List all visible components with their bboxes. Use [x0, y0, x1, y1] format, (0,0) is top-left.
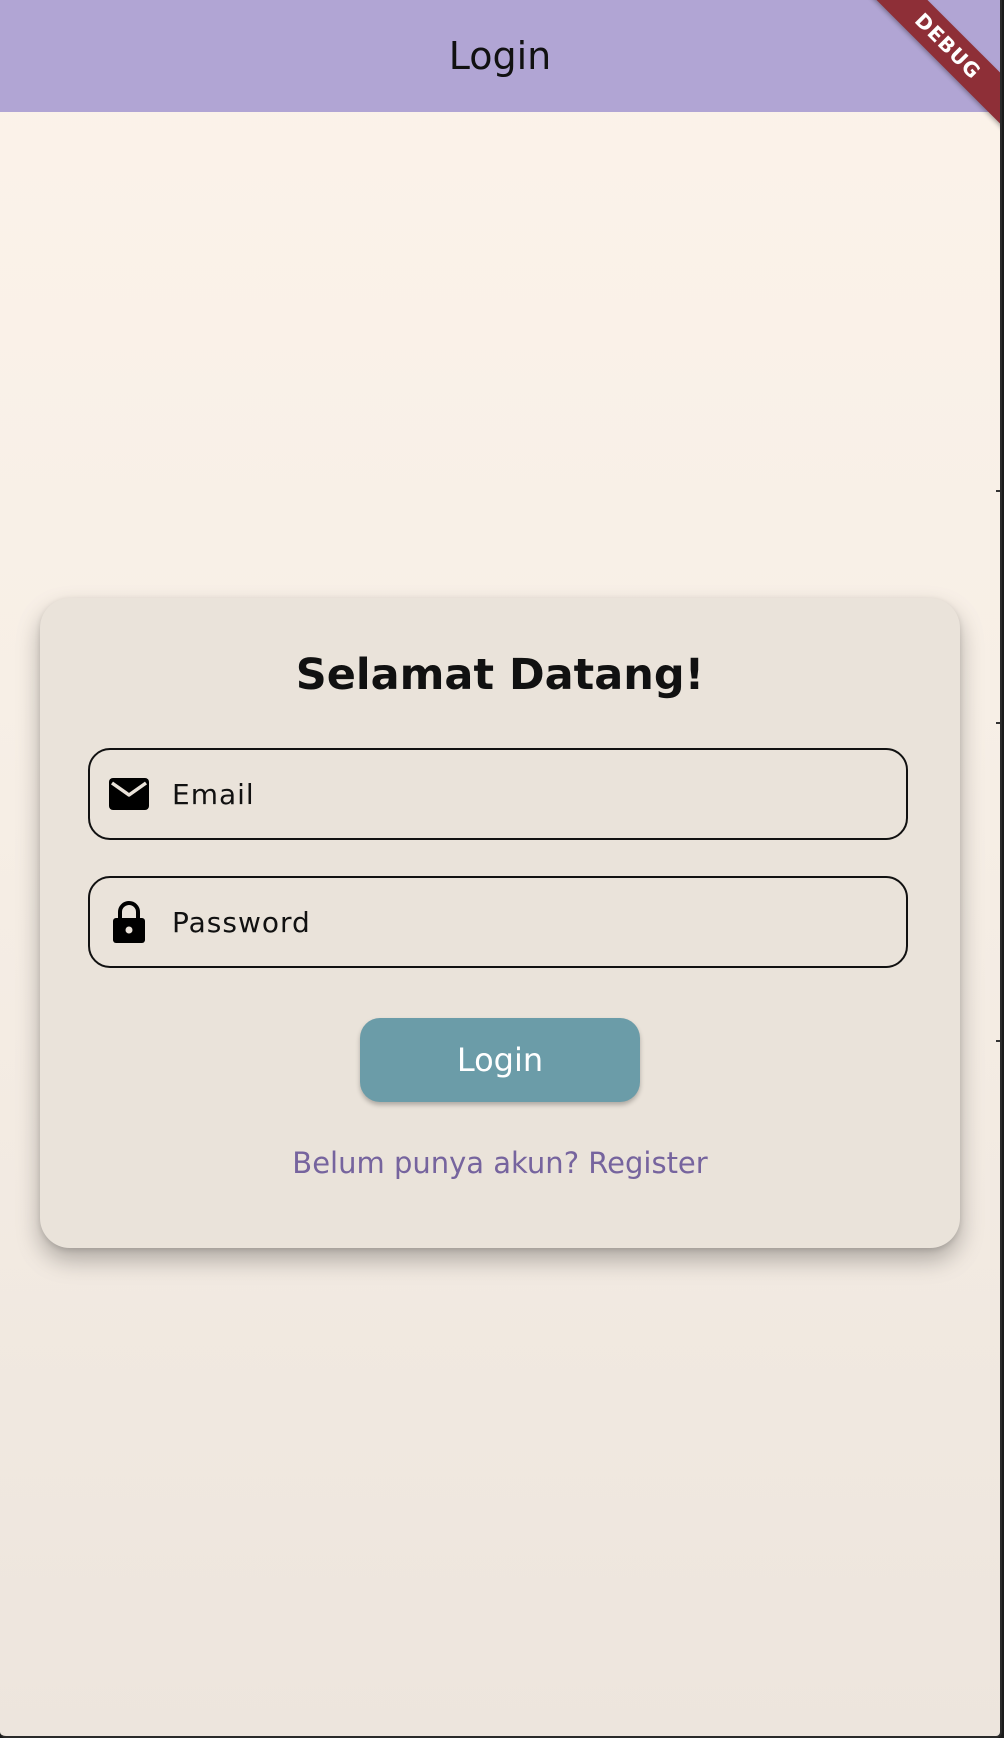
app-bar: Login [0, 0, 1000, 112]
register-link[interactable]: Belum punya akun? Register [40, 1146, 960, 1180]
window-edge [996, 0, 1000, 1736]
login-card: Selamat Datang! Login Belum punya a [40, 598, 960, 1248]
lock-icon [108, 901, 150, 943]
mail-icon [108, 773, 150, 815]
login-button[interactable]: Login [360, 1018, 640, 1102]
password-field[interactable] [88, 876, 908, 968]
email-input[interactable] [170, 776, 874, 812]
password-input[interactable] [170, 904, 874, 940]
page-title: Login [448, 34, 552, 78]
app-screen: Login DEBUG Selamat Datang! Email Login … [0, 0, 1002, 1738]
welcome-heading: Selamat Datang! [295, 650, 705, 700]
email-field[interactable] [88, 748, 908, 840]
